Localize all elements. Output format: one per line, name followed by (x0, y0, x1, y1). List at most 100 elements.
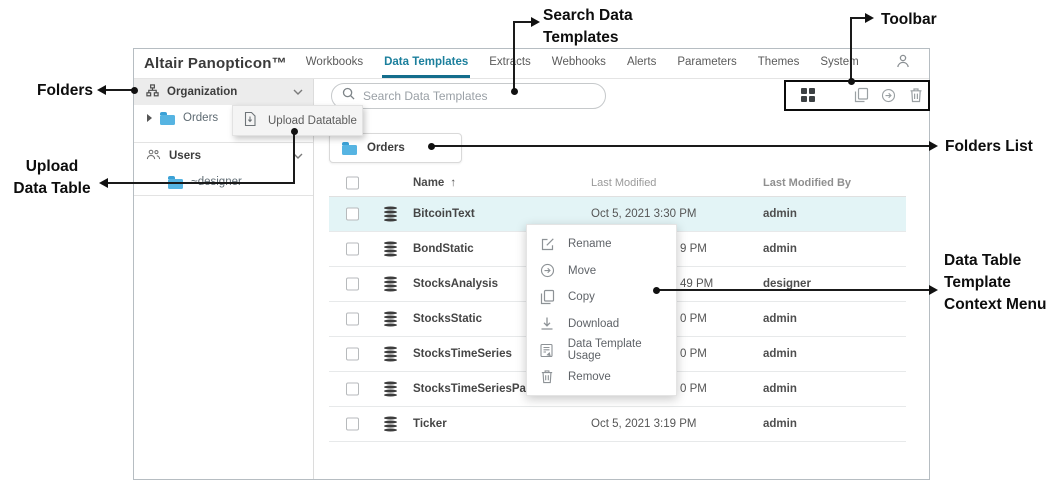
annotation-folders-list: Folders List (945, 136, 1033, 158)
row-name: Ticker (413, 418, 447, 430)
context-menu-item-label: Remove (568, 371, 611, 383)
context-menu-item-rename[interactable]: Rename (527, 231, 676, 258)
annotation-upload-data-table: UploadData Table (2, 156, 102, 200)
row-name: BondStatic (413, 243, 474, 255)
annotation-line (657, 289, 931, 291)
row-last-modified-by: admin (763, 418, 797, 430)
sidebar-item-users[interactable]: Users (134, 143, 313, 169)
folders-sidebar: Organization Orders Users (134, 79, 314, 479)
tab-parameters[interactable]: Parameters (675, 49, 738, 78)
search-input[interactable] (363, 89, 595, 103)
select-all-checkbox[interactable] (346, 176, 359, 189)
annotation-arrow-icon (97, 85, 106, 95)
row-name: StocksTimeSeriesPa (413, 383, 526, 395)
upload-datatable-icon (243, 111, 257, 130)
context-menu-item-data-template-usage[interactable]: Data Template Usage (527, 337, 676, 364)
sidebar-item-organization[interactable]: Organization (134, 79, 313, 105)
annotation-dot (848, 78, 855, 85)
context-menu-item-label: Data Template Usage (568, 338, 676, 362)
annotation-toolbar: Toolbar (881, 9, 937, 31)
sidebar-divider (134, 195, 313, 196)
row-last-modified: Oct 5, 2021 3:19 PM (591, 418, 696, 430)
row-checkbox[interactable] (346, 243, 359, 256)
toolbar-highlight-rectangle (784, 80, 930, 111)
tab-workbooks[interactable]: Workbooks (304, 49, 365, 78)
search-box (331, 83, 606, 109)
data-template-usage-icon (539, 343, 555, 358)
context-menu-item-download[interactable]: Download (527, 311, 676, 338)
row-name: StocksStatic (413, 313, 482, 325)
annotation-folders: Folders (37, 80, 93, 102)
data-table-context-menu: Rename Move Copy Download Data Template Usag… (526, 224, 677, 396)
annotation-dot (428, 143, 435, 150)
context-menu-item-move[interactable]: Move (527, 258, 676, 285)
row-checkbox[interactable] (346, 208, 359, 221)
expand-caret-icon[interactable] (147, 114, 152, 122)
row-checkbox[interactable] (346, 278, 359, 291)
hierarchy-icon (146, 84, 159, 100)
tab-themes[interactable]: Themes (756, 49, 802, 78)
tab-webhooks[interactable]: Webhooks (550, 49, 608, 78)
column-header-last-modified[interactable]: Last Modified (591, 177, 656, 189)
tab-extracts[interactable]: Extracts (487, 49, 533, 78)
nav-right (895, 49, 929, 78)
tab-data-templates[interactable]: Data Templates (382, 49, 470, 78)
annotation-arrow-icon (865, 13, 874, 23)
folder-chip-orders[interactable]: Orders (329, 133, 462, 163)
row-last-modified-by: admin (763, 313, 797, 325)
row-last-modified-by: admin (763, 243, 797, 255)
annotation-line (513, 22, 515, 91)
row-last-modified-by: admin (763, 383, 797, 395)
row-name: StocksAnalysis (413, 278, 498, 290)
annotation-line (431, 145, 931, 147)
move-icon (539, 263, 555, 278)
search-icon (342, 87, 355, 105)
annotation-arrow-icon (929, 285, 938, 295)
annotation-line (513, 21, 532, 23)
chevron-down-icon[interactable] (293, 86, 303, 98)
row-last-modified: Oct 5, 2021 3:30 PM (591, 208, 696, 220)
annotation-context-menu: Data Table Template Context Menu (944, 250, 1046, 316)
context-menu-item-label: Rename (568, 238, 611, 250)
user-profile-icon[interactable] (895, 53, 911, 74)
row-last-modified-by: admin (763, 348, 797, 360)
database-icon (384, 417, 397, 432)
tab-system[interactable]: System (818, 49, 860, 78)
row-name: StocksTimeSeries (413, 348, 512, 360)
sort-ascending-icon: ↑ (450, 177, 456, 189)
annotation-arrow-icon (531, 17, 540, 27)
table-header: Name↑ Last Modified Last Modified By (329, 169, 906, 197)
annotation-line (293, 131, 295, 184)
database-icon (384, 277, 397, 292)
top-navigation: Altair Panopticon™ Workbooks Data Templat… (134, 49, 929, 79)
annotation-arrow-icon (929, 141, 938, 151)
context-menu-item-label: Download (568, 318, 619, 330)
users-icon (146, 149, 161, 163)
database-icon (384, 382, 397, 397)
annotation-dot (131, 87, 138, 94)
row-last-modified-by: admin (763, 208, 797, 220)
column-header-name[interactable]: Name↑ (413, 177, 456, 189)
context-menu-item-label: Copy (568, 291, 595, 303)
row-checkbox[interactable] (346, 348, 359, 361)
column-header-last-modified-by[interactable]: Last Modified By (763, 177, 851, 189)
app-logo: Altair Panopticon™ (134, 49, 287, 78)
annotation-line (105, 89, 133, 91)
annotation-dot (511, 88, 518, 95)
row-checkbox[interactable] (346, 313, 359, 326)
row-checkbox[interactable] (346, 383, 359, 396)
nav-tabs: Workbooks Data Templates Extracts Webhooks A… (304, 49, 861, 78)
row-checkbox[interactable] (346, 418, 359, 431)
folder-icon (342, 145, 357, 155)
rename-icon (539, 237, 555, 252)
copy-icon (539, 289, 555, 305)
remove-icon (539, 369, 555, 384)
row-name: BitcoinText (413, 208, 475, 220)
download-icon (539, 316, 555, 331)
context-menu-item-remove[interactable]: Remove (527, 364, 676, 391)
database-icon (384, 312, 397, 327)
annotation-dot (653, 287, 660, 294)
tab-alerts[interactable]: Alerts (625, 49, 658, 78)
annotation-dot (291, 128, 298, 135)
table-row[interactable]: Ticker Oct 5, 2021 3:19 PM admin (329, 407, 906, 442)
